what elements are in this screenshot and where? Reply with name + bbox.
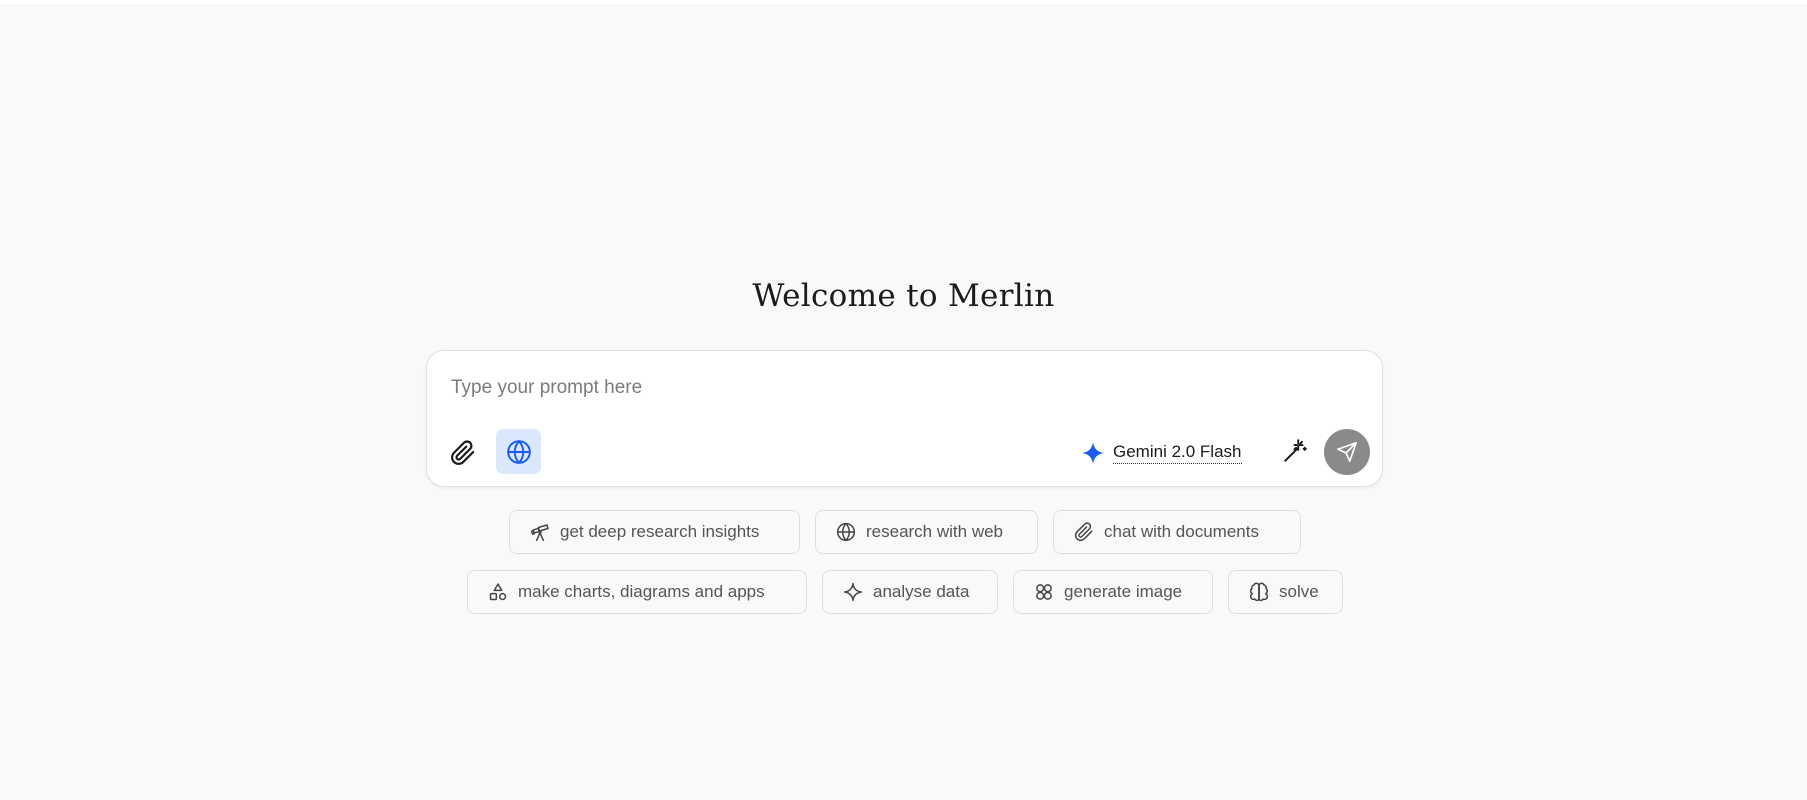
- shapes-icon: [488, 582, 508, 602]
- suggestion-make-charts[interactable]: make charts, diagrams and apps: [467, 570, 807, 614]
- sparkle-icon: [1081, 441, 1105, 465]
- suggestion-label: research with web: [866, 522, 1004, 541]
- globe-icon: [836, 522, 856, 542]
- image-gen-icon: [1034, 582, 1054, 602]
- prompt-composer: Gemini 2.0 Flash: [426, 350, 1383, 487]
- paperclip-icon: [1074, 522, 1094, 542]
- sparkle-icon: [843, 582, 863, 602]
- suggestion-chat-documents[interactable]: chat with documents: [1053, 510, 1301, 554]
- paperclip-icon: [450, 440, 476, 466]
- suggestion-generate-image[interactable]: generate image: [1013, 570, 1213, 614]
- send-icon: [1336, 441, 1358, 463]
- page: Welcome to Merlin Type your prompt here …: [0, 4, 1807, 800]
- enhance-prompt-button[interactable]: [1275, 431, 1315, 471]
- send-button[interactable]: [1324, 429, 1370, 475]
- prompt-input[interactable]: [451, 371, 1151, 405]
- suggestion-deep-research[interactable]: get deep research insights: [509, 510, 800, 554]
- suggestion-analyse-data[interactable]: analyse data: [822, 570, 998, 614]
- suggestion-label: analyse data: [873, 582, 970, 601]
- attach-button[interactable]: [441, 431, 485, 475]
- page-title: Welcome to Merlin: [752, 278, 1055, 314]
- suggestion-label: chat with documents: [1104, 522, 1259, 541]
- web-search-toggle[interactable]: [496, 429, 541, 474]
- model-label: Gemini 2.0 Flash: [1113, 442, 1242, 464]
- suggestion-research-web[interactable]: research with web: [815, 510, 1038, 554]
- model-selector[interactable]: Gemini 2.0 Flash: [1081, 436, 1242, 470]
- suggestion-solve[interactable]: solve: [1228, 570, 1343, 614]
- suggestion-label: solve: [1279, 582, 1319, 601]
- brain-icon: [1249, 582, 1269, 602]
- magic-wand-icon: [1282, 438, 1308, 464]
- telescope-icon: [530, 522, 550, 542]
- suggestion-label: get deep research insights: [560, 522, 760, 541]
- suggestion-label: generate image: [1064, 582, 1183, 601]
- globe-icon: [506, 439, 532, 465]
- suggestion-label: make charts, diagrams and apps: [518, 582, 765, 601]
